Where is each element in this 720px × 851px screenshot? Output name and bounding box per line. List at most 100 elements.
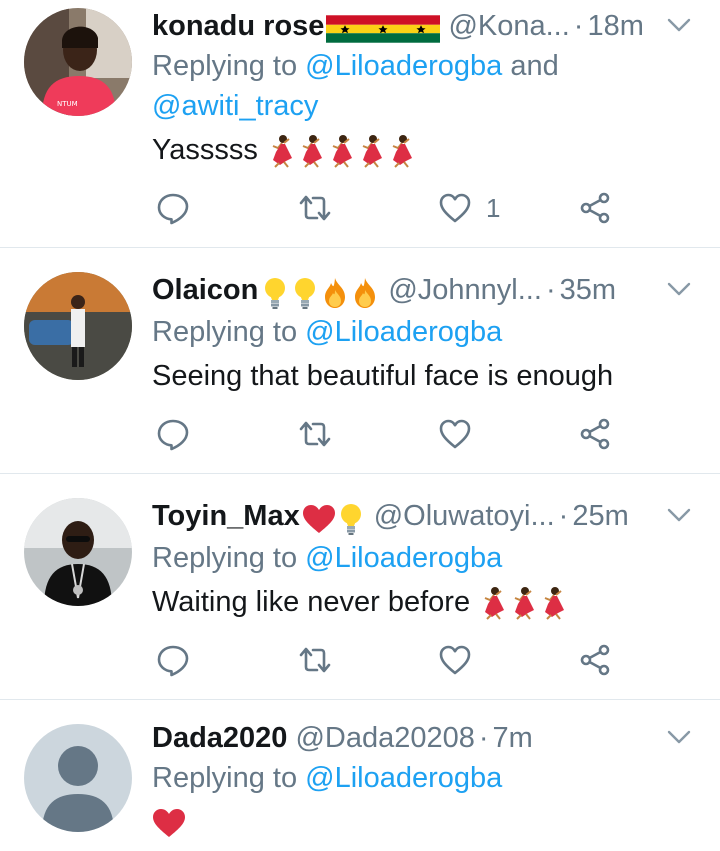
- timestamp[interactable]: 25m: [572, 500, 628, 532]
- avatar[interactable]: [24, 724, 132, 832]
- tweet-text: Waiting like never before: [152, 582, 568, 622]
- tweet-actions: [152, 414, 622, 454]
- red-heart-icon: [302, 504, 336, 534]
- tweet-text: Seeing that beautiful face is enough: [152, 356, 613, 396]
- retweet-button[interactable]: [298, 414, 332, 454]
- reply-context: Replying to @Liloaderogba and: [152, 46, 559, 86]
- share-icon: [578, 417, 612, 451]
- reply-button[interactable]: [156, 640, 190, 680]
- share-button[interactable]: [578, 640, 612, 680]
- svg-text:NTUM: NTUM: [57, 100, 78, 108]
- retweet-button[interactable]: [298, 640, 332, 680]
- mention-link[interactable]: @Liloaderogba: [305, 762, 502, 794]
- tweet-text-body: Waiting like never before: [152, 586, 471, 618]
- reply-button[interactable]: [156, 414, 190, 454]
- user-handle[interactable]: @Johnnyl...: [388, 274, 542, 306]
- like-button[interactable]: 1: [438, 188, 500, 228]
- ghana-flag-icon: [402, 15, 440, 43]
- retweet-button[interactable]: [298, 188, 332, 228]
- fire-icon: [350, 276, 380, 310]
- heart-icon: [438, 417, 472, 451]
- timestamp[interactable]: 7m: [493, 722, 533, 754]
- reply-button[interactable]: [156, 188, 190, 228]
- tweet[interactable]: Olaicon @Johnnyl... · 35m Replying to @Lil…: [0, 248, 720, 474]
- mention-link[interactable]: @Liloaderogba: [305, 316, 502, 348]
- share-button[interactable]: [578, 414, 612, 454]
- mention-link[interactable]: @Liloaderogba: [305, 542, 502, 574]
- retweet-icon: [298, 643, 332, 677]
- display-name[interactable]: Olaicon: [152, 274, 258, 306]
- tweet-header: Olaicon @Johnnyl... · 35m: [152, 270, 660, 310]
- tweet-actions: [152, 640, 622, 680]
- dancer-icon: [266, 134, 296, 168]
- tweet[interactable]: Toyin_Max @Oluwatoyi... · 25m Replying to …: [0, 474, 720, 700]
- timestamp[interactable]: 35m: [560, 274, 616, 306]
- timestamp[interactable]: 18m: [587, 10, 643, 42]
- separator-dot: ·: [478, 722, 489, 754]
- light-bulb-icon: [336, 502, 366, 536]
- light-bulb-icon: [290, 276, 320, 310]
- reply-prefix: Replying to: [152, 542, 298, 574]
- display-name[interactable]: konadu rose: [152, 10, 324, 42]
- retweet-icon: [298, 417, 332, 451]
- chevron-down-icon[interactable]: [666, 276, 692, 302]
- red-heart-icon: [152, 808, 186, 838]
- name-emojis: [260, 271, 380, 310]
- reply-prefix: Replying to: [152, 316, 298, 348]
- mention-link[interactable]: @awiti_tracy: [152, 90, 318, 122]
- tweet-text-body: Seeing that beautiful face is enough: [152, 360, 614, 392]
- tweet-text: Yasssss: [152, 130, 416, 170]
- mention-link[interactable]: @Liloaderogba: [305, 50, 502, 82]
- reply-prefix: Replying to: [152, 50, 298, 82]
- separator-dot: ·: [573, 10, 584, 42]
- separator-dot: ·: [545, 274, 556, 306]
- avatar[interactable]: NTUM: [24, 8, 132, 116]
- user-handle[interactable]: @Kona...: [448, 10, 569, 42]
- separator-dot: ·: [558, 500, 569, 532]
- tweet[interactable]: NTUM konadu rose @Kona... · 18m Replying t…: [0, 0, 720, 248]
- tweet-header: konadu rose @Kona... · 18m: [152, 6, 660, 46]
- dancer-icon: [508, 586, 538, 620]
- avatar[interactable]: [24, 272, 132, 380]
- chevron-down-icon[interactable]: [666, 12, 692, 38]
- dancer-icon: [478, 586, 508, 620]
- dancer-icon: [356, 134, 386, 168]
- like-count: 1: [486, 192, 501, 223]
- fire-icon: [320, 276, 350, 310]
- dancer-icon: [538, 586, 568, 620]
- avatar[interactable]: [24, 498, 132, 606]
- tweet-text-body: Yasssss: [152, 134, 258, 166]
- display-name[interactable]: Toyin_Max: [152, 500, 300, 532]
- reply-and: and: [510, 50, 559, 82]
- tweet-header: Dada2020 @Dada20208 · 7m: [152, 718, 660, 758]
- dancer-icon: [386, 134, 416, 168]
- chevron-down-icon[interactable]: [666, 724, 692, 750]
- like-button[interactable]: [438, 640, 472, 680]
- chevron-down-icon[interactable]: [666, 502, 692, 528]
- heart-icon: [438, 191, 472, 225]
- reply-icon: [156, 417, 190, 451]
- ghana-flag-icon: [326, 15, 364, 43]
- display-name[interactable]: Dada2020: [152, 722, 287, 754]
- reply-prefix: Replying to: [152, 762, 298, 794]
- share-icon: [578, 643, 612, 677]
- tweet[interactable]: Dada2020 @Dada20208 · 7m Replying to @Liloa…: [0, 700, 720, 851]
- ghana-flag-icon: [364, 15, 402, 43]
- retweet-icon: [298, 191, 332, 225]
- name-emojis: [326, 7, 440, 46]
- light-bulb-icon: [260, 276, 290, 310]
- tweet-text: [152, 802, 186, 842]
- dancer-icon: [326, 134, 356, 168]
- reply-icon: [156, 643, 190, 677]
- user-handle[interactable]: @Dada20208: [295, 722, 474, 754]
- share-button[interactable]: [578, 188, 612, 228]
- reply-context-continued: @awiti_tracy: [152, 86, 318, 126]
- reply-context: Replying to @Liloaderogba: [152, 312, 502, 352]
- name-emojis: [302, 497, 366, 536]
- dancer-icon: [296, 134, 326, 168]
- user-handle[interactable]: @Oluwatoyi...: [374, 500, 555, 532]
- tweet-header: Toyin_Max @Oluwatoyi... · 25m: [152, 496, 660, 536]
- tweet-actions: 1: [152, 188, 622, 228]
- heart-icon: [438, 643, 472, 677]
- like-button[interactable]: [438, 414, 472, 454]
